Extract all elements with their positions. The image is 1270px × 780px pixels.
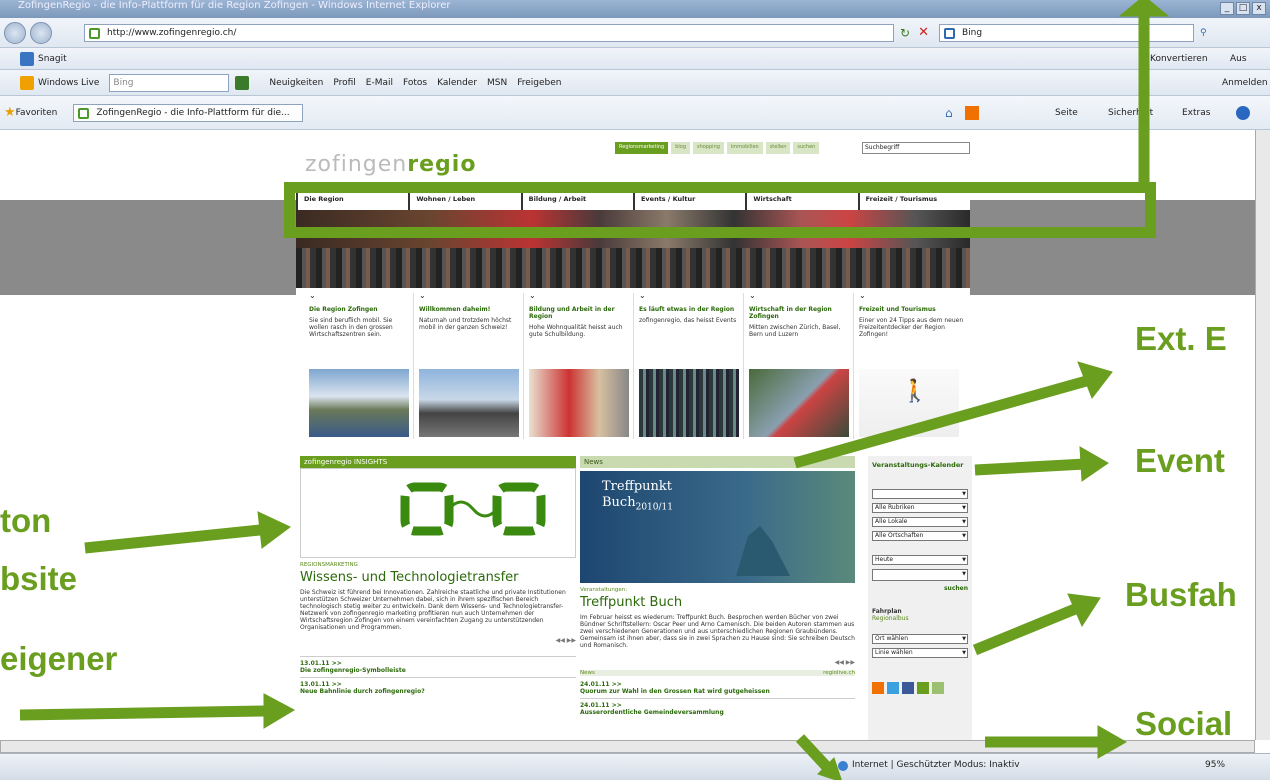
annotation-busfah: Busfah [1125, 576, 1237, 613]
annotation-bsite: bsite [0, 560, 78, 597]
annotation-ext-e: Ext. E [1135, 320, 1227, 357]
annotation-eigener: eigener [0, 640, 118, 677]
annotation-ton: ton [0, 502, 52, 539]
annotation-event: Event [1135, 442, 1225, 479]
annotation-social: Social [1135, 705, 1233, 742]
annotation-arrows [19, 0, 1170, 780]
